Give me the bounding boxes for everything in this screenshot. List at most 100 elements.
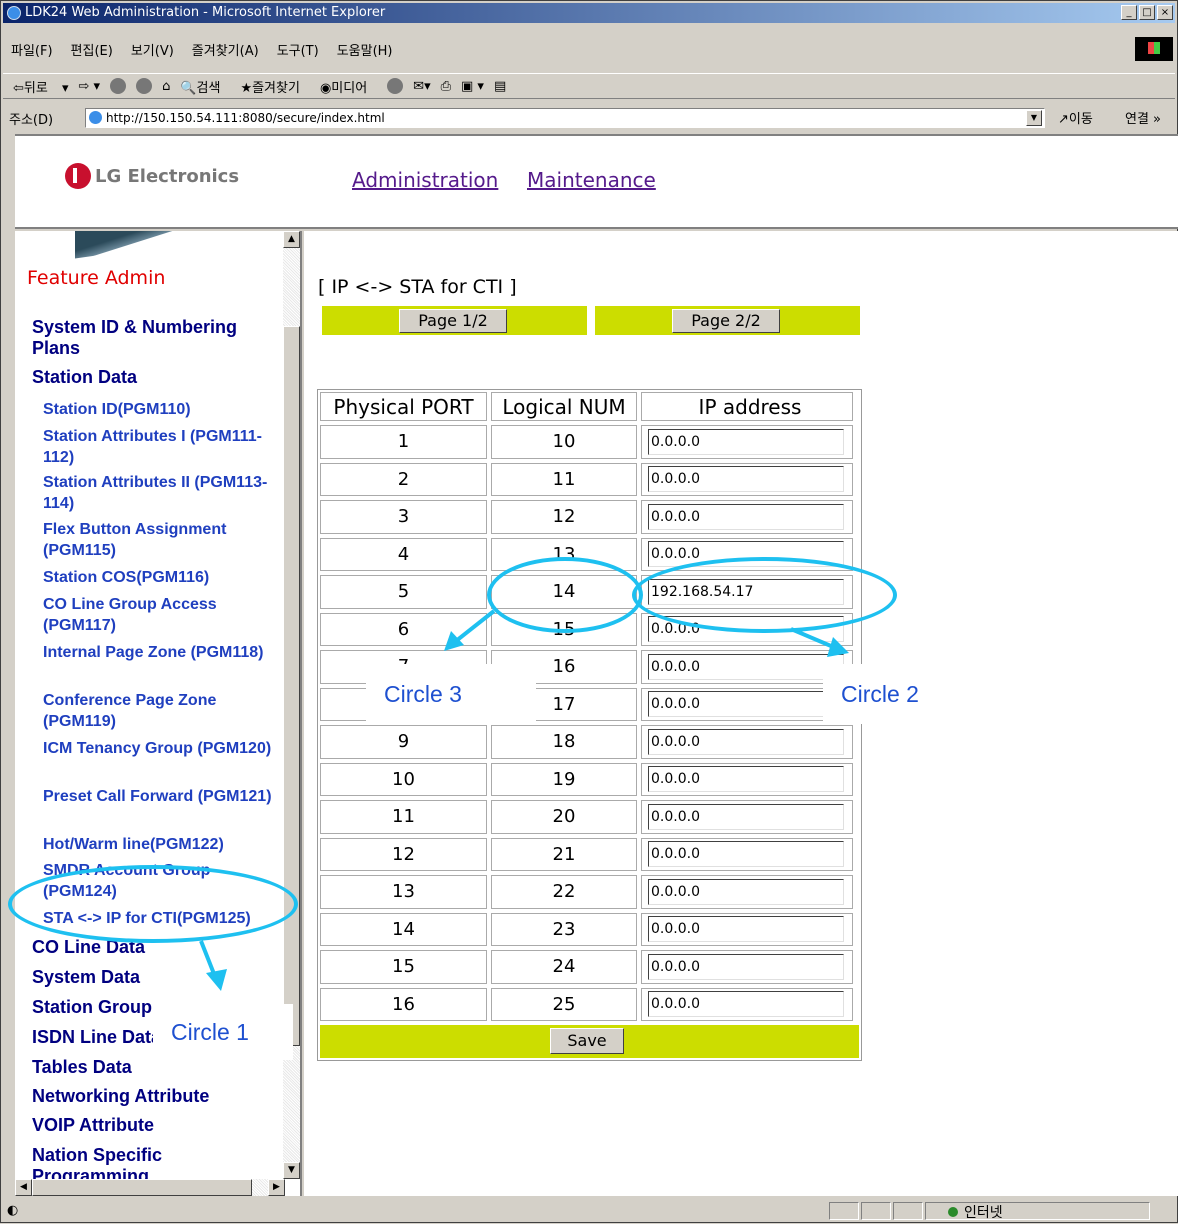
nav-item-preset-call-forward[interactable]: Preset Call Forward (PGM121): [43, 786, 273, 807]
ip-cell: 0.0.0.0: [641, 650, 853, 684]
logical-num-cell: 10: [491, 425, 637, 459]
nav-item-networking[interactable]: Networking Attribute: [32, 1086, 272, 1107]
port-cell: 3: [320, 500, 487, 534]
maximize-button[interactable]: □: [1139, 5, 1155, 20]
nav-item-system-id[interactable]: System ID & Numbering Plans: [32, 317, 272, 359]
windows-logo-icon: [1135, 37, 1173, 61]
scroll-left-icon[interactable]: ◀: [15, 1179, 32, 1196]
logical-num-cell: 12: [491, 500, 637, 534]
ip-cell: 0.0.0.0: [641, 800, 853, 834]
nav-scroll-thumb[interactable]: [283, 326, 300, 1046]
scroll-up-icon[interactable]: ▲: [283, 231, 300, 248]
nav-horizontal-scrollbar[interactable]: ◀ ▶: [15, 1179, 285, 1196]
menu-favorites[interactable]: 즐겨찾기(A): [192, 40, 259, 59]
nav-item-tables-data[interactable]: Tables Data: [32, 1057, 272, 1078]
print-icon[interactable]: ⎙: [441, 79, 451, 94]
scroll-right-icon[interactable]: ▶: [268, 1179, 285, 1196]
discuss-icon[interactable]: ▤: [494, 79, 506, 94]
home-icon[interactable]: ⌂: [162, 79, 170, 94]
header-frame: LG Electronics Administration Maintenanc…: [15, 134, 1178, 229]
administration-link[interactable]: Administration: [352, 168, 498, 192]
ip-address-input[interactable]: 0.0.0.0: [648, 953, 844, 980]
ip-address-input[interactable]: 0.0.0.0: [648, 766, 844, 793]
window-title: LDK24 Web Administration - Microsoft Int…: [25, 5, 386, 20]
ip-address-input[interactable]: 0.0.0.0: [648, 503, 844, 530]
media-button[interactable]: ◉미디어: [320, 77, 377, 96]
refresh-icon[interactable]: [136, 78, 153, 94]
stop-icon[interactable]: [110, 78, 127, 94]
port-cell: 16: [320, 987, 487, 1021]
ip-address-input[interactable]: 0.0.0.0: [648, 466, 844, 493]
page-2-button[interactable]: Page 2/2: [672, 309, 780, 333]
nav-item-station-id[interactable]: Station ID(PGM110): [43, 399, 273, 420]
nav-item-flex-button[interactable]: Flex Button Assignment (PGM115): [43, 519, 273, 561]
ip-address-input[interactable]: 0.0.0.0: [648, 841, 844, 868]
menu-view[interactable]: 보기(V): [131, 40, 174, 59]
port-cell: 2: [320, 462, 487, 496]
minimize-button[interactable]: _: [1121, 5, 1137, 20]
save-button[interactable]: Save: [550, 1028, 624, 1054]
nav-item-voip[interactable]: VOIP Attribute: [32, 1115, 272, 1136]
address-input[interactable]: http://150.150.54.111:8080/secure/index.…: [85, 108, 1045, 128]
nav-item-conference-page[interactable]: Conference Page Zone (PGM119): [43, 690, 273, 732]
table-row: 10 19 0.0.0.0: [318, 761, 861, 799]
back-button[interactable]: ⇦뒤로 ▾: [13, 77, 69, 96]
ip-cell: 0.0.0.0: [641, 912, 853, 946]
nav-hscroll-thumb[interactable]: [32, 1179, 252, 1196]
menu-edit[interactable]: 편집(E): [71, 40, 113, 59]
address-dropdown-icon[interactable]: ▼: [1026, 110, 1042, 126]
ip-cell: 0.0.0.0: [641, 687, 853, 721]
status-bar: ◐ 인터넷: [3, 1200, 1175, 1222]
port-cell: 4: [320, 537, 487, 571]
port-cell: 6: [320, 612, 487, 646]
search-button[interactable]: 🔍검색: [180, 77, 230, 96]
ip-address-input[interactable]: 0.0.0.0: [648, 691, 844, 718]
scroll-down-icon[interactable]: ▼: [283, 1162, 300, 1179]
port-cell: 14: [320, 912, 487, 946]
ip-cell: 0.0.0.0: [641, 762, 853, 796]
ip-address-input[interactable]: 0.0.0.0: [648, 728, 844, 755]
address-url: http://150.150.54.111:8080/secure/index.…: [106, 111, 385, 125]
links-button[interactable]: 연결 »: [1125, 108, 1161, 127]
close-button[interactable]: ×: [1157, 5, 1173, 20]
nav-item-station-data[interactable]: Station Data: [32, 367, 272, 388]
nav-item-station-cos[interactable]: Station COS(PGM116): [43, 567, 273, 588]
menu-tools[interactable]: 도구(T): [277, 40, 319, 59]
ip-address-input[interactable]: 0.0.0.0: [648, 428, 844, 455]
circle-3-ellipse: [487, 557, 643, 633]
page-1-button[interactable]: Page 1/2: [399, 309, 507, 333]
favorites-button[interactable]: ★즐겨찾기: [240, 77, 310, 96]
go-button[interactable]: ↗이동: [1058, 108, 1093, 127]
nav-item-co-line-group[interactable]: CO Line Group Access (PGM117): [43, 594, 273, 636]
ip-cell: 0.0.0.0: [641, 425, 853, 459]
nav-item-station-attr-2[interactable]: Station Attributes II (PGM113-114): [43, 472, 273, 514]
logical-num-cell: 25: [491, 987, 637, 1021]
ip-address-input[interactable]: 0.0.0.0: [648, 916, 844, 943]
menu-help[interactable]: 도움말(H): [337, 40, 393, 59]
nav-item-icm-tenancy[interactable]: ICM Tenancy Group (PGM120): [43, 738, 273, 759]
ip-address-input[interactable]: 0.0.0.0: [648, 878, 844, 905]
forward-button[interactable]: ⇨ ▾: [79, 79, 101, 94]
nav-item-system-data[interactable]: System Data: [32, 967, 272, 988]
mail-icon[interactable]: ✉▾: [413, 79, 430, 94]
logical-num-cell: 19: [491, 762, 637, 796]
ip-address-input[interactable]: 0.0.0.0: [648, 653, 844, 680]
nav-item-internal-page[interactable]: Internal Page Zone (PGM118): [43, 642, 273, 663]
nav-item-station-attr-1[interactable]: Station Attributes I (PGM111-112): [43, 426, 273, 468]
nav-item-hot-warm-line[interactable]: Hot/Warm line(PGM122): [43, 834, 273, 855]
menu-file[interactable]: 파일(F): [11, 40, 53, 59]
history-icon[interactable]: [387, 78, 404, 94]
address-label: 주소(D): [9, 112, 54, 128]
port-cell: 15: [320, 950, 487, 984]
ip-address-input[interactable]: 0.0.0.0: [648, 991, 844, 1018]
ip-address-input[interactable]: 0.0.0.0: [648, 803, 844, 830]
ip-cell: 0.0.0.0: [641, 462, 853, 496]
circle-2-label: Circle 2: [823, 664, 943, 724]
edit-icon[interactable]: ▣ ▾: [461, 79, 484, 94]
table-row: 9 18 0.0.0.0: [318, 723, 861, 761]
save-bar: Save: [320, 1025, 859, 1058]
circle-3-label: Circle 3: [366, 664, 536, 724]
port-cell: 5: [320, 575, 487, 609]
maintenance-link[interactable]: Maintenance: [527, 168, 656, 192]
ip-cell: 0.0.0.0: [641, 725, 853, 759]
